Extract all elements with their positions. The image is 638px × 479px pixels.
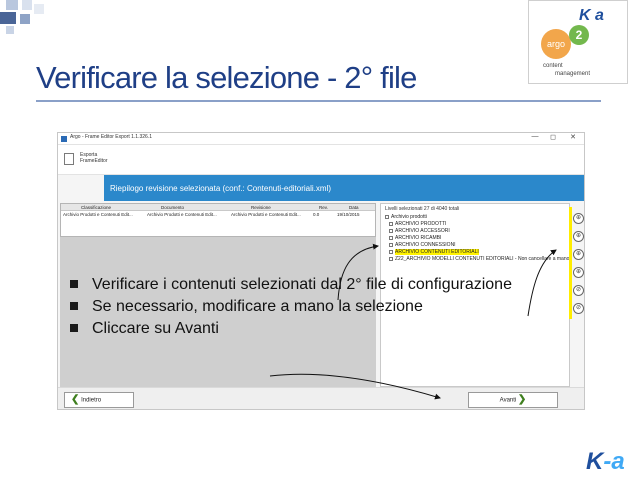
kea-logo-k: K — [586, 448, 604, 475]
kea-logo-a: -a — [603, 448, 625, 475]
annotation-arrows — [269, 243, 557, 400]
kea-footer-logo: K-a — [586, 448, 625, 476]
arrow-to-tree — [337, 243, 379, 301]
arrow-to-side-buttons — [527, 249, 557, 317]
arrow-to-next — [269, 373, 441, 400]
